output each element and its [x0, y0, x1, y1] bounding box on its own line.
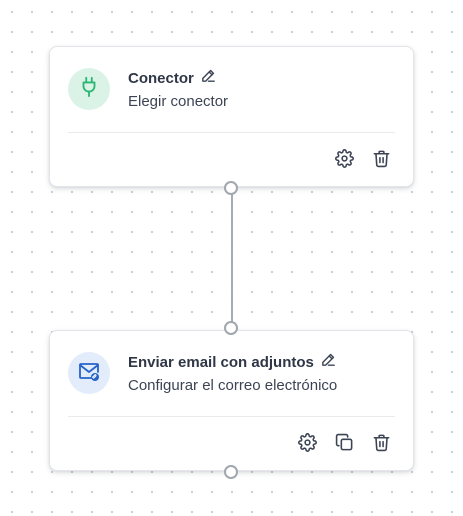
email-attachment-icon [77, 359, 101, 388]
node-actions [335, 148, 391, 173]
gear-icon [335, 148, 354, 173]
divider [68, 416, 395, 417]
node-header: Enviar email con adjuntos Configurar el … [68, 352, 338, 394]
divider [68, 132, 395, 133]
pencil-icon [320, 351, 337, 373]
node-subtitle: Configurar el correo electrónico [128, 377, 338, 394]
workflow-canvas[interactable]: Conector Elegir conector Enviar email co… [0, 0, 463, 516]
node-title: Conector [128, 69, 194, 87]
node-input-port[interactable] [224, 321, 238, 335]
settings-button[interactable] [298, 432, 317, 457]
edge-connector [231, 189, 233, 329]
trash-icon [372, 149, 391, 173]
node-output-port[interactable] [224, 181, 238, 195]
node-output-port[interactable] [224, 465, 238, 479]
node-actions [298, 432, 391, 457]
edit-title-button[interactable] [200, 69, 218, 87]
duplicate-button[interactable] [335, 433, 354, 457]
trash-icon [372, 433, 391, 457]
edit-title-button[interactable] [320, 353, 338, 371]
node-icon-badge [68, 68, 110, 110]
node-card-send-email[interactable]: Enviar email con adjuntos Configurar el … [49, 330, 414, 471]
node-card-connector[interactable]: Conector Elegir conector [49, 46, 414, 187]
node-subtitle: Elegir conector [128, 93, 229, 110]
gear-icon [298, 432, 317, 457]
plug-icon [78, 76, 100, 103]
node-title: Enviar email con adjuntos [128, 353, 314, 371]
delete-button[interactable] [372, 149, 391, 173]
pencil-icon [200, 67, 217, 89]
node-icon-badge [68, 352, 110, 394]
copy-icon [335, 433, 354, 457]
delete-button[interactable] [372, 433, 391, 457]
settings-button[interactable] [335, 148, 354, 173]
node-header: Conector Elegir conector [68, 68, 228, 110]
